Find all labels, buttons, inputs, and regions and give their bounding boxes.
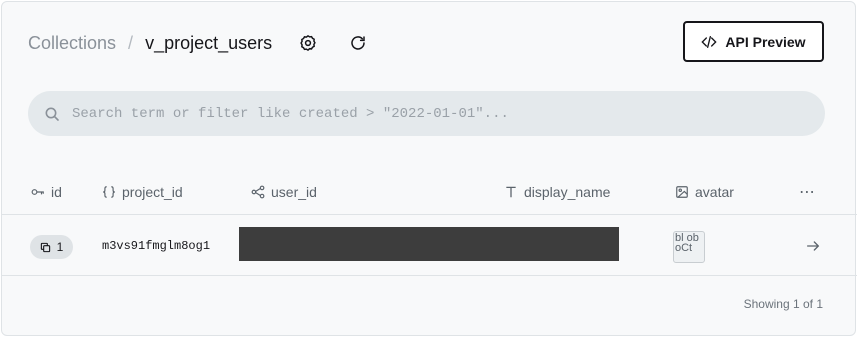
column-label: display_name [524,183,611,200]
key-icon [31,188,44,195]
column-header-avatar[interactable]: avatar [675,168,734,215]
column-header-id[interactable]: id [31,168,62,215]
column-label: user_id [271,183,317,200]
table-row[interactable]: 1 m3vs91fmglm8og1 bl ob oCt [2,216,857,276]
more-columns-button[interactable]: ⋯ [799,168,815,215]
json-braces-icon [103,185,115,198]
breadcrumb-collections[interactable]: Collections [28,33,116,54]
more-icon: ⋯ [799,183,815,201]
api-preview-button[interactable]: API Preview [683,21,824,62]
cell-project-id: m3vs91fmglm8og1 [102,239,211,253]
search-input[interactable] [72,105,792,122]
page-title: v_project_users [145,32,273,53]
refresh-icon [351,36,365,50]
column-label: project_id [122,183,183,200]
arrow-right-icon[interactable] [805,238,821,254]
records-count: Showing 1 of 1 [743,297,823,311]
collection-panel: Collections / v_project_users API Previe… [1,1,857,336]
text-icon [506,186,516,197]
search-icon [45,107,59,121]
api-preview-label: API Preview [725,33,806,50]
breadcrumb-separator: / [128,32,134,53]
avatar-thumbnail[interactable]: bl ob oCt [673,231,705,263]
column-header-display-name[interactable]: display_name [504,168,610,215]
relation-icon [251,185,265,198]
search-bar[interactable] [28,91,825,136]
table-header: id project_id user_id display_name avata… [2,168,857,215]
column-header-user-id[interactable]: user_id [251,168,317,215]
copy-icon [40,242,50,252]
column-label: avatar [695,183,734,200]
settings-button[interactable] [294,29,322,57]
record-id: 1 [56,240,64,254]
header-bar: Collections / v_project_users [28,26,372,60]
avatar-alt-text: bl ob oCt [675,232,699,254]
code-icon [701,35,718,48]
redacted-block [239,227,619,261]
image-icon [676,185,688,198]
gear-icon [300,34,316,52]
column-header-project-id[interactable]: project_id [102,168,183,215]
refresh-button[interactable] [344,29,372,57]
column-label: id [51,183,62,200]
record-id-badge[interactable]: 1 [30,235,73,259]
